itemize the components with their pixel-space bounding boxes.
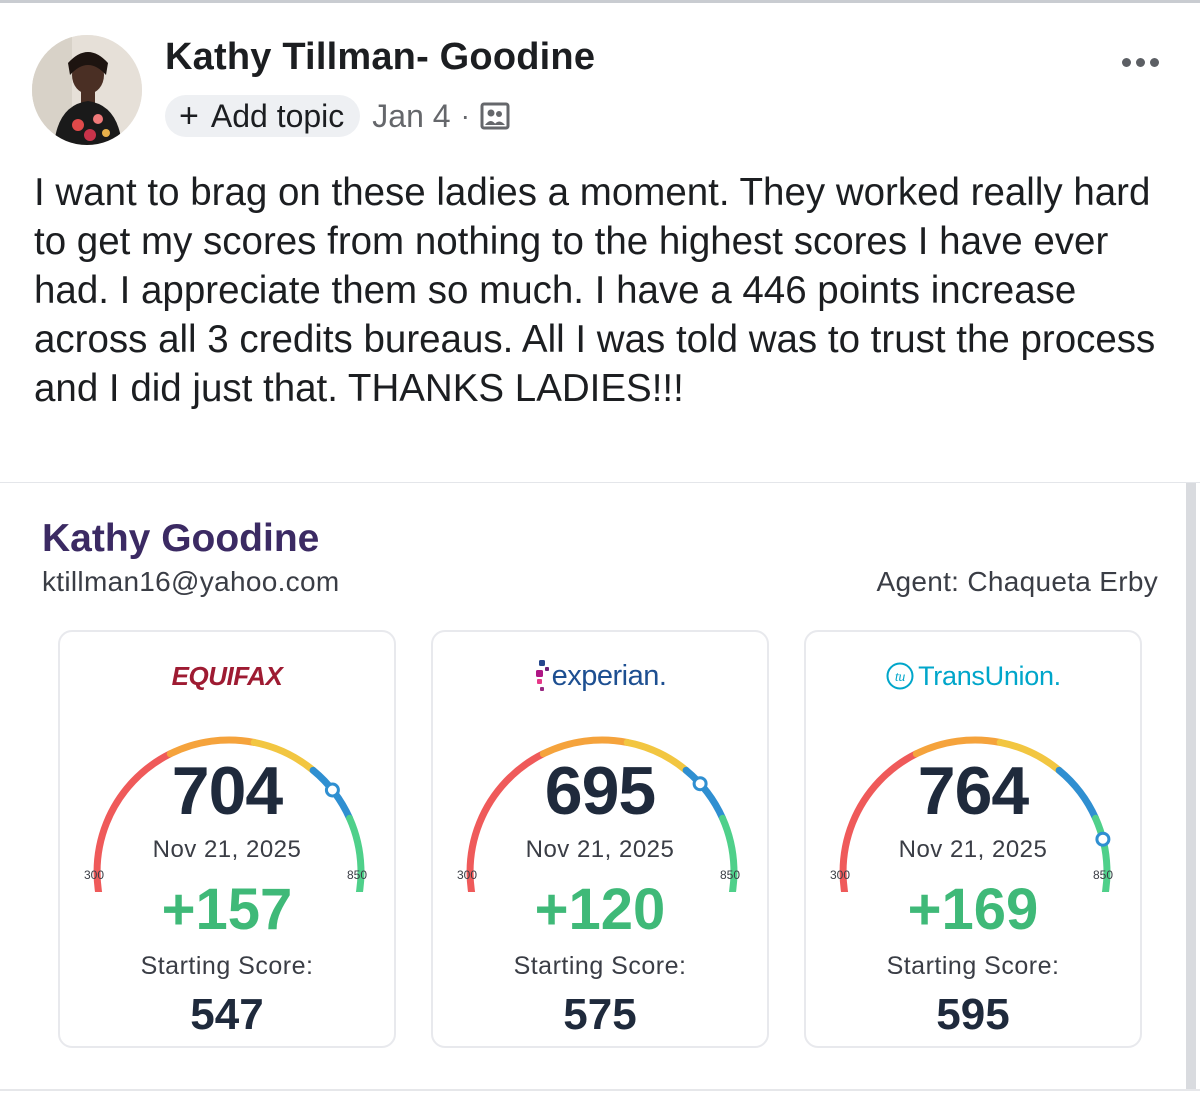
experian-starting-score: 575 bbox=[563, 990, 637, 1039]
meta-separator: · bbox=[460, 100, 470, 131]
experian-score-date: Nov 21, 2025 bbox=[525, 836, 675, 863]
transunion-score-card: tu TransUnion. 764 Nov 21, 2025 300 850 … bbox=[804, 630, 1142, 1048]
photo-edge bbox=[1186, 483, 1196, 1093]
equifax-starting-label: Starting Score: bbox=[140, 952, 314, 980]
experian-starting-label: Starting Score: bbox=[513, 952, 687, 980]
equifax-increase: +157 bbox=[161, 877, 293, 942]
transunion-increase: +169 bbox=[907, 877, 1039, 942]
more-dot bbox=[1135, 57, 1145, 67]
next-card-edge bbox=[0, 1089, 1200, 1119]
transunion-score: 764 bbox=[917, 753, 1029, 829]
add-topic-label: Add topic bbox=[210, 97, 345, 134]
transunion-starting-score: 595 bbox=[936, 990, 1010, 1039]
equifax-score-card: EQUIFAX 704 Nov 21, 2025 300 850 +157 St… bbox=[58, 630, 396, 1048]
photo-icon[interactable] bbox=[480, 101, 512, 131]
top-divider bbox=[0, 0, 1200, 3]
transunion-score-date: Nov 21, 2025 bbox=[898, 836, 1048, 863]
equifax-starting-score: 547 bbox=[190, 990, 264, 1039]
more-dot bbox=[1121, 57, 1131, 67]
experian-score: 695 bbox=[544, 753, 656, 829]
client-name: Kathy Goodine bbox=[42, 517, 320, 560]
author-name[interactable]: Kathy Tillman- Goodine bbox=[165, 36, 595, 79]
agent-name: Agent: Chaqueta Erby bbox=[876, 566, 1158, 597]
transunion-starting-label: Starting Score: bbox=[886, 952, 1060, 980]
experian-score-card: experian. 695 Nov 21, 2025 300 850 +120 … bbox=[431, 630, 769, 1048]
client-email: ktillman16@yahoo.com bbox=[42, 566, 340, 597]
author-avatar[interactable] bbox=[32, 35, 142, 145]
post-date[interactable]: Jan 4 bbox=[372, 98, 450, 135]
more-dot bbox=[1149, 57, 1159, 67]
experian-increase: +120 bbox=[534, 877, 666, 942]
equifax-score: 704 bbox=[171, 753, 283, 829]
post-meta: + Add topic Jan 4 · bbox=[165, 95, 512, 137]
more-options-icon[interactable] bbox=[1112, 44, 1168, 80]
equifax-score-date: Nov 21, 2025 bbox=[152, 836, 302, 863]
post-body-text: I want to brag on these ladies a moment.… bbox=[34, 171, 1156, 410]
plus-icon: + bbox=[179, 97, 199, 135]
add-topic-button[interactable]: + Add topic bbox=[165, 95, 361, 137]
